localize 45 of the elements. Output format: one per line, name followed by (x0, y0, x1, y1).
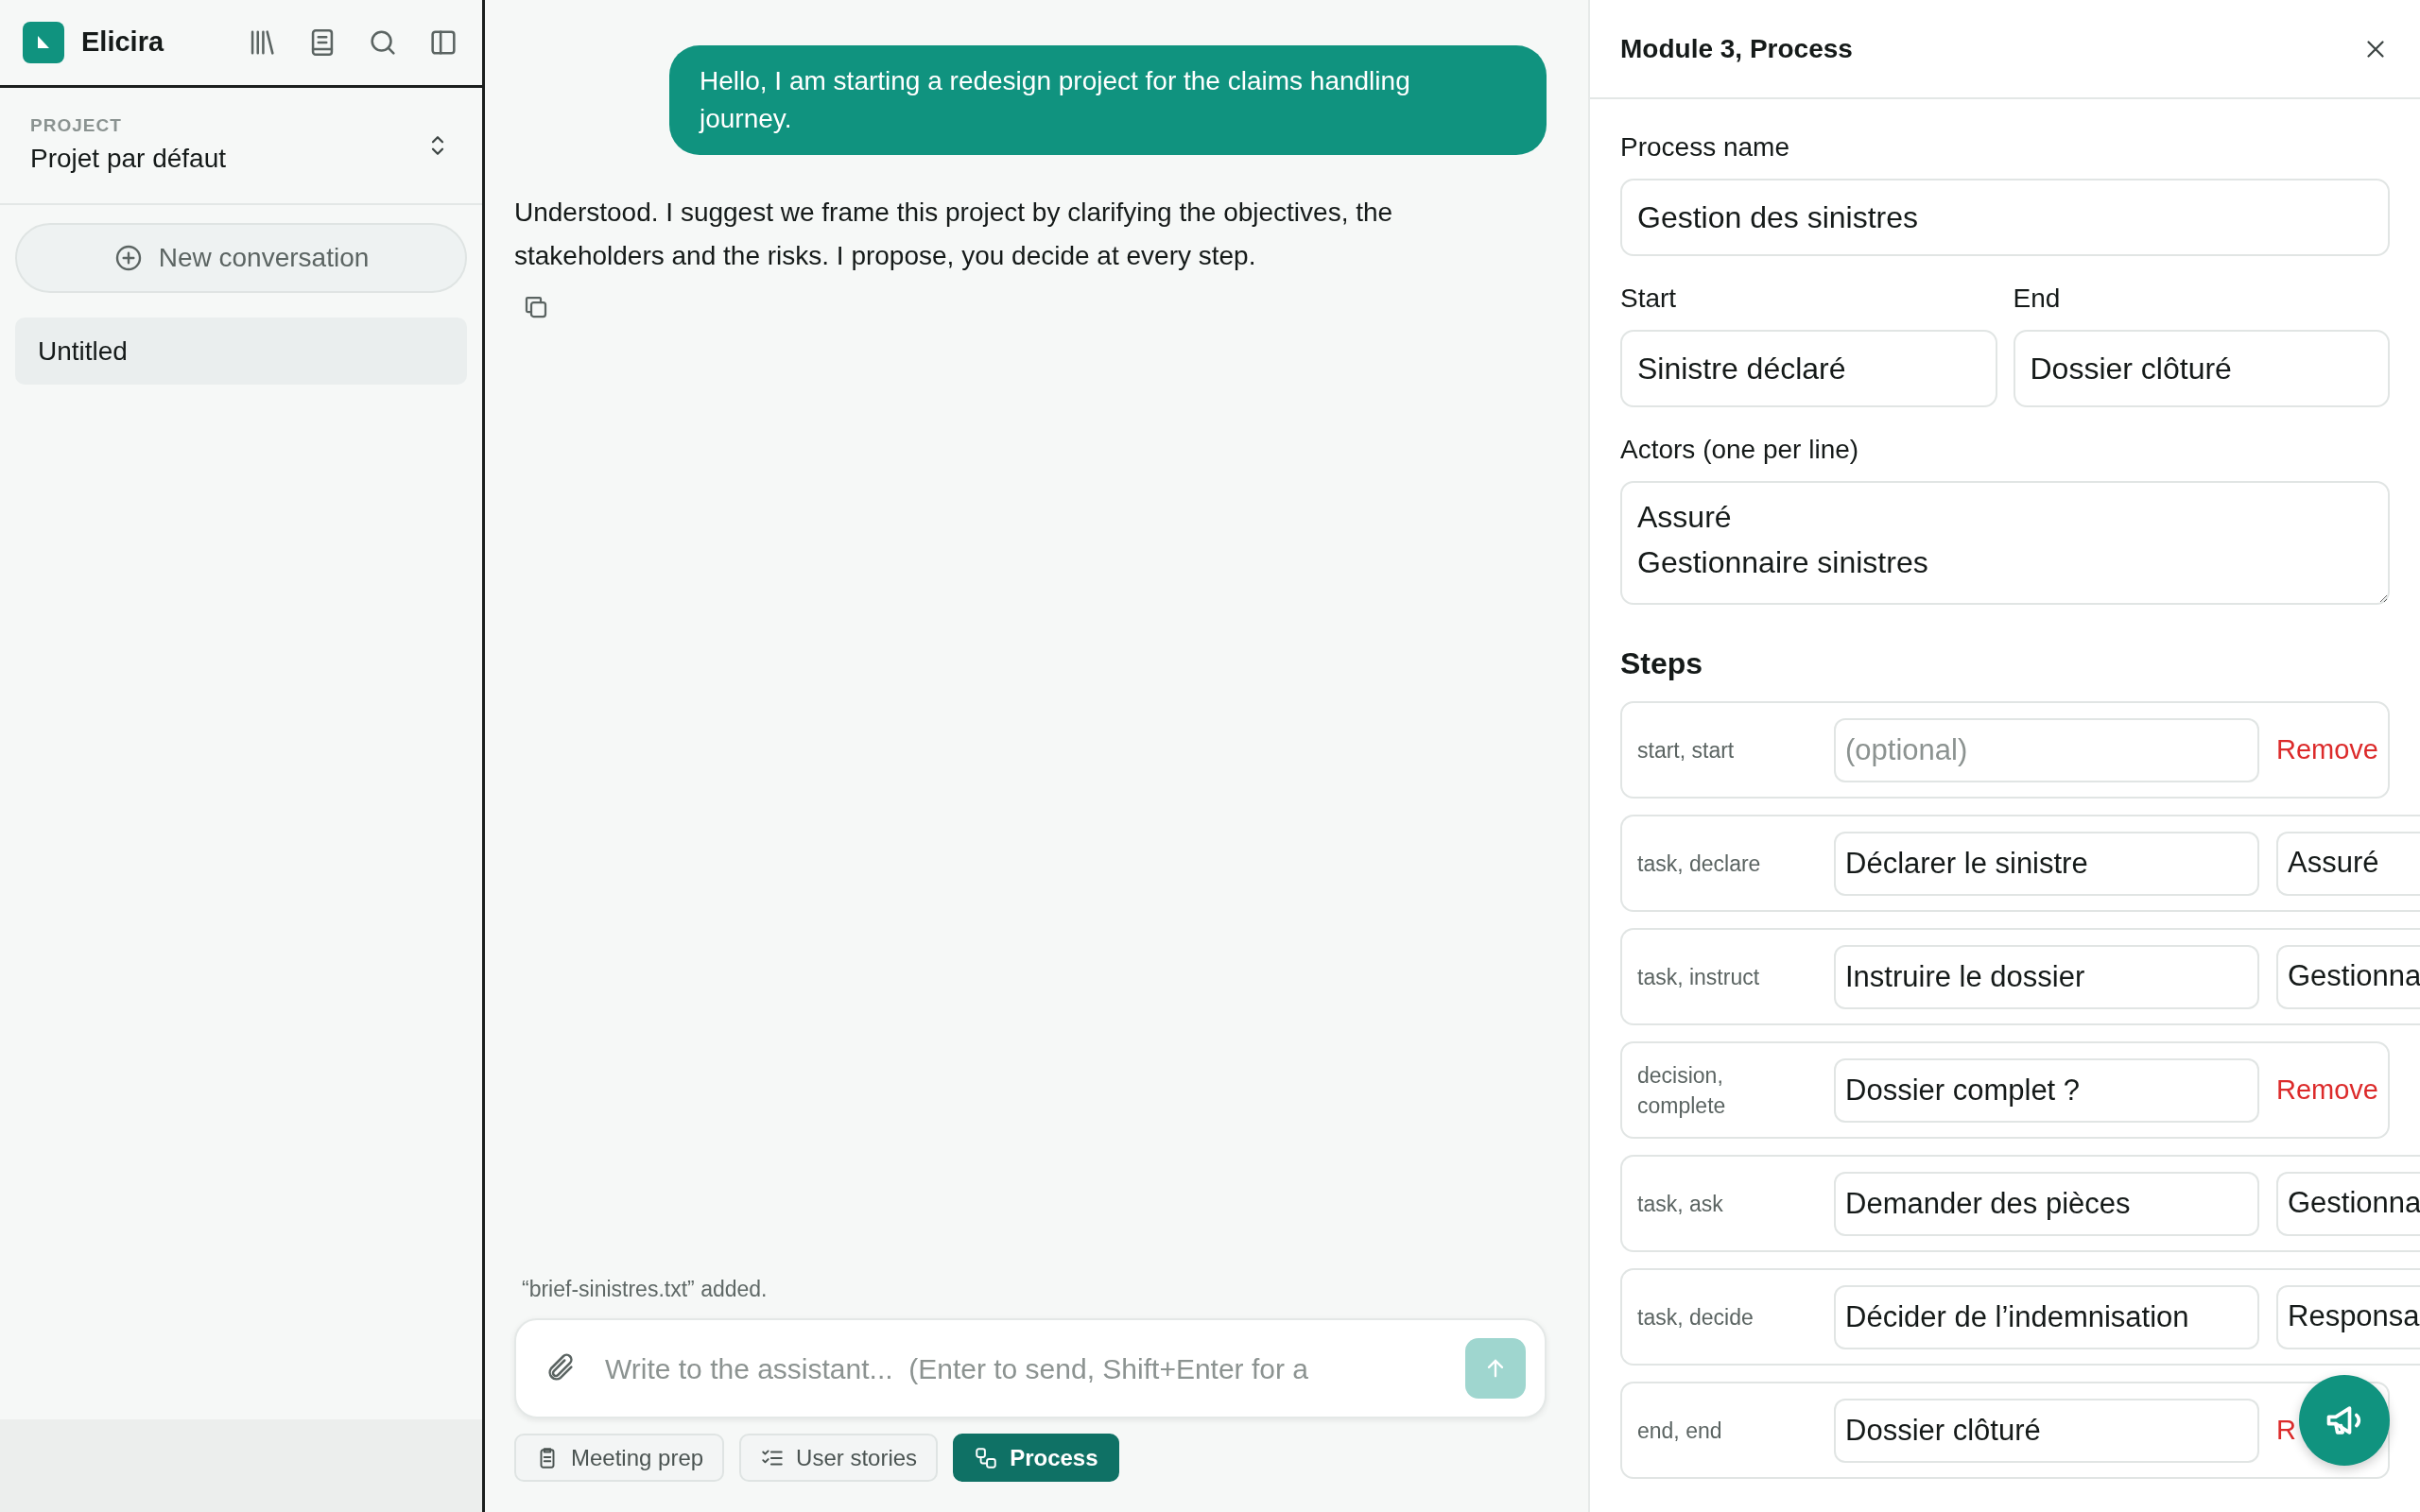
remove-link[interactable]: Remove (2276, 1069, 2378, 1111)
field-label: Process name (1620, 131, 1790, 163)
new-conversation-button[interactable]: New conversation (15, 223, 467, 293)
step-name-field[interactable]: (optional) (1834, 717, 2259, 782)
panel-title: Module 3, Process (1620, 32, 1854, 65)
step-name-field[interactable]: Déclarer le sinistre (1834, 831, 2259, 896)
assistant-message: Understood. I suggest we frame this project by clarifying the objectives, the stakeholders and the risks. I propose, you decide at every step. (514, 197, 1394, 272)
field-label: Start (1620, 283, 1678, 315)
remove-link[interactable]: Remove (2276, 729, 2378, 771)
step-type-label: end, end (1637, 1417, 1723, 1445)
mode-button[interactable]: Meeting prep (514, 1434, 725, 1482)
step-type-label: task, instruct (1637, 963, 1761, 991)
step-type-label: task, decide (1637, 1303, 1754, 1332)
step-name-field[interactable]: Demander des pièces (1834, 1171, 2259, 1236)
mode-button[interactable]: Process (953, 1434, 1119, 1482)
step-type-label: task, declare (1637, 850, 1762, 878)
steps-heading: Steps (1620, 645, 1704, 682)
project-name: Projet par défaut (30, 143, 228, 176)
conversation-item[interactable]: Untitled (15, 318, 467, 385)
field-label: Actors (one per line) (1620, 434, 1860, 466)
step-type-label: task, ask (1637, 1190, 1724, 1218)
step-name-field[interactable]: Instruire le dossier (1834, 944, 2259, 1009)
actors-field[interactable]: Assuré Gestionnaire sinistres (1620, 481, 2390, 605)
mode-icon (974, 1445, 999, 1470)
step-name-field[interactable]: Dossier clôturé (1834, 1398, 2259, 1463)
remove-link[interactable]: R (2276, 1409, 2296, 1452)
mode-button[interactable]: User stories (739, 1434, 939, 1482)
step-type-label: decision, complete (1637, 1061, 1727, 1120)
start-field[interactable]: Sinistre déclaré (1620, 330, 1997, 407)
step-name-field[interactable]: Dossier complet ? (1834, 1057, 2259, 1123)
app-name: Elicira (81, 26, 164, 60)
user-message: Hello, I am starting a redesign project for the claims handling journey. (669, 45, 1547, 155)
attachment-note: “brief-sinistres.txt” added. (522, 1275, 769, 1303)
project-label: PROJECT (30, 113, 123, 137)
message-field[interactable]: Write to the assistant... (Enter to send, Shift+Enter for a (603, 1346, 1439, 1391)
step-name-field[interactable]: Décider de l’indemnisation (1834, 1284, 2259, 1349)
logo-icon (23, 22, 64, 63)
message-composer[interactable]: Write to the assistant... (Enter to send, Shift+Enter for a (514, 1318, 1547, 1418)
step-actor-field[interactable]: Assuré (2276, 831, 2420, 896)
project-selector[interactable]: PROJECT Projet par défaut (0, 88, 482, 205)
end-field[interactable]: Dossier clôturé (2013, 330, 2390, 407)
field-label: End (2013, 283, 2062, 315)
process-name-field[interactable]: Gestion des sinistres (1620, 179, 2390, 256)
step-type-label: start, start (1637, 736, 1736, 765)
step-actor-field[interactable]: Responsa (2276, 1284, 2420, 1349)
